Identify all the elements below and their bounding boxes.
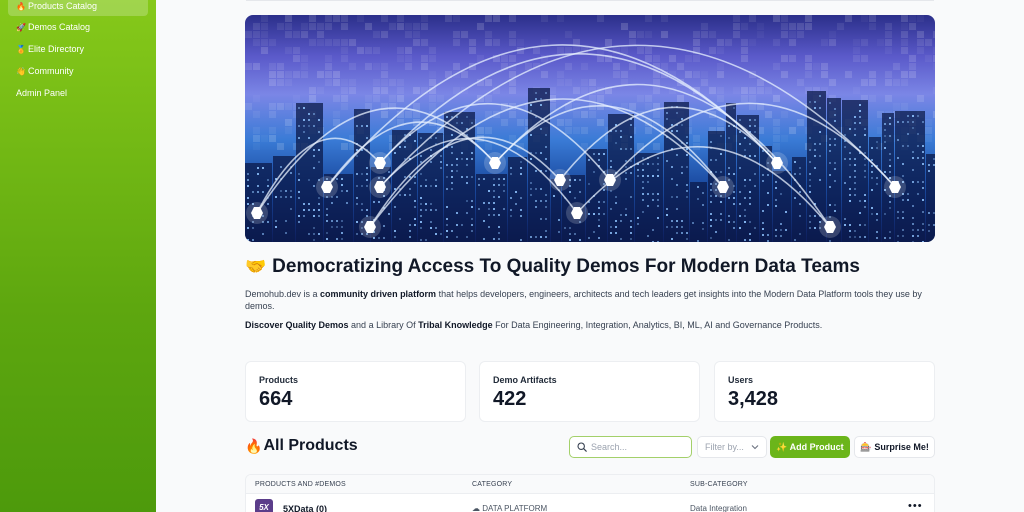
sidebar-item-community[interactable]: 👋 Community [8,61,148,81]
sidebar-item-elite-directory[interactable]: 🏅 Elite Directory [8,39,148,59]
sidebar-item-label: Products Catalog [27,1,98,11]
sidebar-item-label: Admin Panel [16,88,68,98]
medal-icon: 🏅 [16,44,26,54]
discover-text: and a Library Of [348,320,419,330]
add-product-button[interactable]: ✨ Add Product [770,436,850,458]
sidebar-item-admin-panel[interactable]: Admin Panel [8,83,148,103]
surprise-me-label: Surprise Me! [874,442,929,452]
stat-card-products: Products 664 [245,361,466,422]
product-logo: 5X [255,499,273,512]
sidebar-item-products-catalog[interactable]: 🔥 Products Catalog [8,0,148,16]
intro-text: Demohub.dev is a [245,289,321,299]
network-city-illustration [245,15,935,242]
intro-paragraph: Demohub.dev is a community driven platfo… [245,288,935,312]
column-header-subcategory[interactable]: SUB-CATEGORY [690,481,748,488]
section-title-text: All Products [263,437,358,454]
search-icon [577,442,587,452]
table-row[interactable]: 5X 5XData (0) ☁ DATA PLATFORM Data Integ… [246,495,934,512]
tribal-bold-text: Tribal Knowledge [418,320,493,330]
rocket-icon: 🚀 [16,22,26,32]
section-title: 🔥 All Products [245,437,358,455]
sidebar-item-label: Demos Catalog [27,22,90,32]
filter-dropdown[interactable]: Filter by... [697,436,767,458]
sparkles-icon: ✨ [776,441,788,452]
search-input[interactable] [591,442,686,452]
sidebar-item-label: Community [27,66,74,76]
stat-label: Users [728,375,754,385]
product-name-link[interactable]: 5XData (0) [283,504,327,512]
add-product-label: Add Product [789,442,844,452]
fire-icon: 🔥 [245,437,263,454]
discover-text-suffix: For Data Engineering, Integration, Analy… [492,320,823,330]
column-header-products[interactable]: PRODUCTS AND #DEMOS [255,481,346,488]
search-box[interactable] [569,436,692,458]
cloud-icon: ☁ [472,504,480,512]
stat-label: Demo Artifacts [493,375,557,385]
sidebar-item-demos-catalog[interactable]: 🚀 Demos Catalog [8,17,148,37]
stat-card-demo-artifacts: Demo Artifacts 422 [479,361,700,422]
handshake-icon: 🤝 [245,257,267,276]
main-content: 🤝 Democratizing Access To Quality Demos … [156,0,1024,512]
slot-machine-icon: 🎰 [860,441,872,452]
stat-card-users: Users 3,428 [714,361,935,422]
wave-icon: 👋 [16,66,26,76]
products-table: PRODUCTS AND #DEMOS CATEGORY SUB-CATEGOR… [245,474,935,512]
column-header-category[interactable]: CATEGORY [472,481,512,488]
page-title-text: Democratizing Access To Quality Demos Fo… [272,256,860,277]
more-options-icon[interactable]: ••• [908,500,923,512]
hero-banner-image [245,15,935,242]
discover-bold-text: Discover Quality Demos [245,320,349,330]
sidebar: 🔥 Products Catalog 🚀 Demos Catalog 🏅 Eli… [0,0,156,512]
stat-value: 3,428 [728,388,779,410]
fire-icon: 🔥 [16,1,26,11]
category-cell: ☁ DATA PLATFORM [472,504,547,512]
stat-label: Products [259,375,299,385]
table-header: PRODUCTS AND #DEMOS CATEGORY SUB-CATEGOR… [246,475,934,494]
intro-bold-text: community driven platform [320,289,437,299]
divider [246,0,934,1]
category-text: DATA PLATFORM [482,504,548,512]
stat-value: 664 [259,388,293,410]
surprise-me-button[interactable]: 🎰 Surprise Me! [854,436,935,458]
sidebar-item-label: Elite Directory [27,44,84,54]
chevron-down-icon [751,445,759,450]
page-title: 🤝 Democratizing Access To Quality Demos … [245,256,860,278]
stat-value: 422 [493,388,527,410]
subcategory-cell: Data Integration [690,504,747,512]
discover-paragraph: Discover Quality Demos and a Library Of … [245,320,935,330]
filter-placeholder: Filter by... [705,442,744,452]
